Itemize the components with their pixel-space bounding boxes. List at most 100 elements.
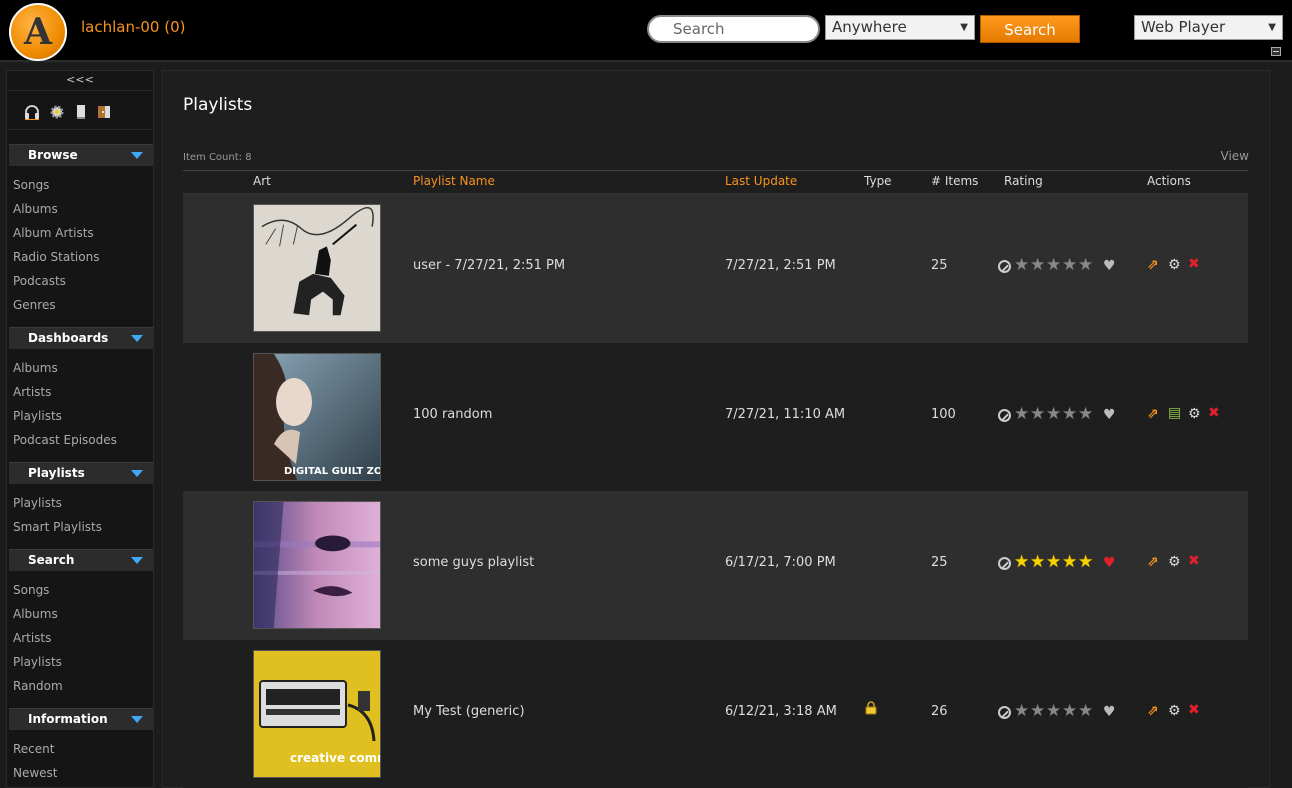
nav-search-albums[interactable]: Albums	[7, 602, 153, 626]
gear-icon[interactable]: ⚙	[1168, 555, 1182, 569]
playlist-art[interactable]: DIGITAL GUILT ZOE.LEELA	[253, 352, 381, 481]
search-input[interactable]: Search	[647, 15, 820, 43]
star-icon[interactable]: ★	[1030, 554, 1045, 571]
star-icon[interactable]: ★	[1062, 702, 1077, 720]
gear-icon[interactable]	[49, 104, 65, 120]
chevron-down-icon: ▼	[960, 22, 968, 33]
nav-browse-songs[interactable]: Songs	[7, 173, 153, 197]
nav-smart-playlists[interactable]: Smart Playlists	[7, 515, 153, 539]
nav-playlists[interactable]: Playlists	[7, 491, 153, 515]
section-search[interactable]: Search	[9, 549, 153, 571]
nav-dashboard-podcast-episodes[interactable]: Podcast Episodes	[7, 428, 153, 452]
nav-dashboard-artists[interactable]: Artists	[7, 380, 153, 404]
star-icon[interactable]: ★	[1078, 257, 1093, 274]
section-playlists[interactable]: Playlists	[9, 462, 153, 484]
search-scope-select[interactable]: Anywhere ▼	[825, 15, 975, 40]
star-icon[interactable]: ★	[1062, 405, 1077, 423]
logout-icon[interactable]	[96, 104, 112, 120]
document-icon[interactable]	[73, 104, 89, 120]
star-icon[interactable]: ★	[1046, 554, 1061, 571]
gear-icon[interactable]: ⚙	[1188, 407, 1202, 421]
nav-dashboard-albums[interactable]: Albums	[7, 356, 153, 380]
section-dashboards[interactable]: Dashboards	[9, 327, 153, 349]
heart-icon[interactable]: ♥	[1103, 555, 1116, 571]
nav-browse-genres[interactable]: Genres	[7, 293, 153, 317]
headphones-icon[interactable]	[24, 104, 40, 120]
collapse-sidebar-button[interactable]: <<<	[7, 73, 153, 86]
star-icon[interactable]: ★	[1078, 405, 1093, 423]
last-update: 6/17/21, 7:00 PM	[725, 555, 836, 570]
heart-icon[interactable]: ♥	[1103, 407, 1116, 423]
gear-icon[interactable]: ⚙	[1168, 258, 1182, 272]
star-icon[interactable]: ★	[1062, 257, 1077, 274]
nav-browse-albums[interactable]: Albums	[7, 197, 153, 221]
star-icon[interactable]: ★	[1046, 702, 1061, 720]
edit-icon[interactable]: ⇗	[1147, 258, 1161, 272]
collapse-triangle-icon[interactable]	[131, 716, 143, 723]
nav-search-songs[interactable]: Songs	[7, 578, 153, 602]
star-icon[interactable]: ★	[1030, 702, 1045, 720]
col-last-update[interactable]: Last Update	[725, 174, 797, 188]
delete-icon[interactable]: ✖	[1188, 257, 1202, 271]
star-icon[interactable]: ★	[1030, 405, 1045, 423]
playlist-name[interactable]: 100 random	[413, 407, 492, 422]
edit-icon[interactable]: ⇗	[1147, 555, 1161, 569]
star-icon[interactable]: ★	[1030, 257, 1045, 274]
playlist-art[interactable]	[253, 204, 381, 332]
playlist-name[interactable]: My Test (generic)	[413, 704, 525, 719]
user-link[interactable]: lachlan-00 (0)	[81, 18, 186, 36]
edit-icon[interactable]: ⇗	[1147, 704, 1161, 718]
collapse-triangle-icon[interactable]	[131, 152, 143, 159]
clear-rating-icon[interactable]	[998, 557, 1011, 570]
col-playlist-name[interactable]: Playlist Name	[413, 174, 495, 188]
section-browse[interactable]: Browse	[9, 144, 153, 166]
star-icon[interactable]: ★	[1014, 554, 1029, 571]
export-document-icon[interactable]: ▤	[1168, 406, 1182, 420]
playlist-name[interactable]: user - 7/27/21, 2:51 PM	[413, 258, 565, 273]
nav-newest[interactable]: Newest	[7, 761, 153, 785]
playlist-name[interactable]: some guys playlist	[413, 555, 534, 570]
edit-icon[interactable]: ⇗	[1147, 407, 1161, 421]
nav-search-playlists[interactable]: Playlists	[7, 650, 153, 674]
playlist-art[interactable]: creative commons	[253, 649, 381, 778]
section-information[interactable]: Information	[9, 708, 153, 730]
collapse-triangle-icon[interactable]	[131, 557, 143, 564]
last-update: 7/27/21, 11:10 AM	[725, 406, 846, 422]
nav-recent[interactable]: Recent	[7, 737, 153, 761]
star-icon[interactable]: ★	[1014, 405, 1029, 423]
nav-browse-radio-stations[interactable]: Radio Stations	[7, 245, 153, 269]
player-value: Web Player	[1141, 18, 1226, 36]
star-icon[interactable]: ★	[1078, 702, 1093, 720]
search-menu: Songs Albums Artists Playlists Random	[7, 578, 153, 698]
delete-icon[interactable]: ✖	[1188, 554, 1202, 568]
nav-search-random[interactable]: Random	[7, 674, 153, 698]
delete-icon[interactable]: ✖	[1208, 406, 1222, 420]
star-icon[interactable]: ★	[1014, 257, 1029, 274]
minimize-icon[interactable]	[1271, 47, 1281, 56]
nav-search-artists[interactable]: Artists	[7, 626, 153, 650]
star-icon[interactable]: ★	[1014, 702, 1029, 720]
star-icon[interactable]: ★	[1046, 257, 1061, 274]
gear-icon[interactable]: ⚙	[1168, 704, 1182, 718]
ampache-logo[interactable]: A	[9, 3, 67, 61]
delete-icon[interactable]: ✖	[1188, 703, 1202, 717]
player-select[interactable]: Web Player ▼	[1134, 15, 1283, 40]
collapse-triangle-icon[interactable]	[131, 470, 143, 477]
search-scope-value: Anywhere	[832, 18, 907, 36]
clear-rating-icon[interactable]	[998, 705, 1011, 719]
star-icon[interactable]: ★	[1062, 554, 1077, 571]
heart-icon[interactable]: ♥	[1103, 704, 1116, 720]
nav-dashboard-playlists[interactable]: Playlists	[7, 404, 153, 428]
clear-rating-icon[interactable]	[998, 260, 1011, 273]
clear-rating-icon[interactable]	[998, 408, 1011, 422]
nav-browse-album-artists[interactable]: Album Artists	[7, 221, 153, 245]
collapse-triangle-icon[interactable]	[131, 335, 143, 342]
nav-browse-podcasts[interactable]: Podcasts	[7, 269, 153, 293]
search-button[interactable]: Search	[980, 15, 1080, 43]
star-icon[interactable]: ★	[1078, 554, 1093, 571]
star-icon[interactable]: ★	[1046, 405, 1061, 423]
chevron-down-icon: ▼	[1268, 22, 1276, 33]
heart-icon[interactable]: ♥	[1103, 258, 1116, 274]
view-link[interactable]: View	[1221, 149, 1249, 163]
playlist-art[interactable]	[253, 501, 381, 629]
